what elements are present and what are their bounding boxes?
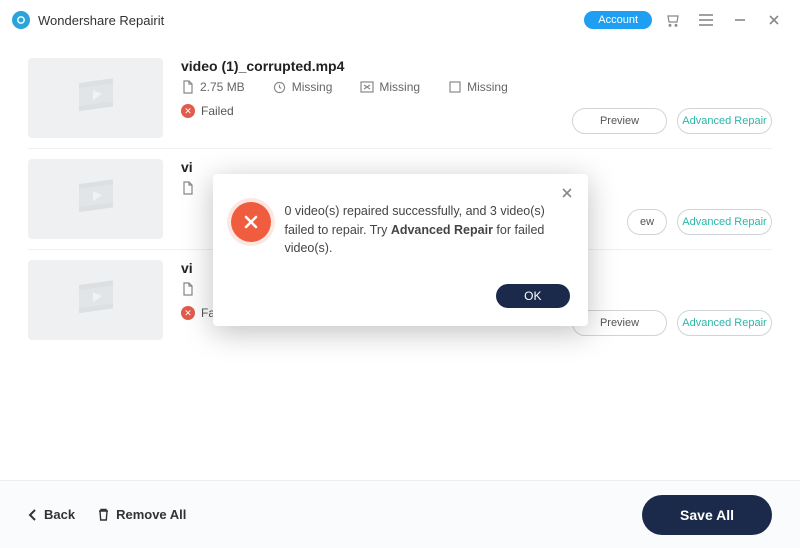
file-icon (181, 80, 195, 94)
advanced-repair-button[interactable]: Advanced Repair (677, 108, 772, 134)
file-meta: 2.75 MB Missing Missing Missing (181, 80, 572, 94)
account-button[interactable]: Account (584, 11, 652, 29)
preview-button[interactable]: ew (627, 209, 667, 235)
file-duration: Missing (292, 80, 333, 94)
save-all-button[interactable]: Save All (642, 495, 772, 535)
error-icon (231, 202, 271, 242)
failed-icon: ✕ (181, 104, 195, 118)
file-row: video (1)_corrupted.mp4 2.75 MB Missing … (28, 48, 772, 149)
file-resolution: Missing (379, 80, 420, 94)
minimize-icon[interactable] (726, 6, 754, 34)
close-icon[interactable] (760, 6, 788, 34)
preview-button[interactable]: Preview (572, 108, 667, 134)
extra-icon (448, 80, 462, 94)
app-title: Wondershare Repairit (38, 13, 164, 28)
file-thumbnail (28, 58, 163, 138)
ok-button[interactable]: OK (496, 284, 569, 308)
clock-icon (273, 80, 287, 94)
remove-label: Remove All (116, 507, 186, 522)
file-size: 2.75 MB (200, 80, 245, 94)
file-extra: Missing (467, 80, 508, 94)
back-button[interactable]: Back (28, 507, 75, 522)
failed-icon: ✕ (181, 306, 195, 320)
file-status: ✕ Failed (181, 104, 572, 118)
advanced-repair-button[interactable]: Advanced Repair (677, 209, 772, 235)
resolution-icon (360, 80, 374, 94)
remove-all-button[interactable]: Remove All (97, 507, 186, 522)
file-icon (181, 282, 195, 296)
dialog-text-bold: Advanced Repair (391, 223, 493, 237)
app-logo-icon (12, 11, 30, 29)
titlebar: Wondershare Repairit Account (0, 0, 800, 40)
file-name: vi (181, 159, 627, 175)
back-label: Back (44, 507, 75, 522)
file-status-text: Failed (201, 104, 234, 118)
menu-icon[interactable] (692, 6, 720, 34)
file-thumbnail (28, 159, 163, 239)
file-thumbnail (28, 260, 163, 340)
file-icon (181, 181, 195, 195)
advanced-repair-button[interactable]: Advanced Repair (677, 310, 772, 336)
cart-icon[interactable] (658, 6, 686, 34)
footer: Back Remove All Save All (0, 480, 800, 548)
dialog-close-button[interactable] (558, 184, 576, 202)
dialog-message: 0 video(s) repaired successfully, and 3 … (285, 202, 570, 258)
file-name: video (1)_corrupted.mp4 (181, 58, 572, 74)
repair-result-dialog: 0 video(s) repaired successfully, and 3 … (213, 174, 588, 326)
